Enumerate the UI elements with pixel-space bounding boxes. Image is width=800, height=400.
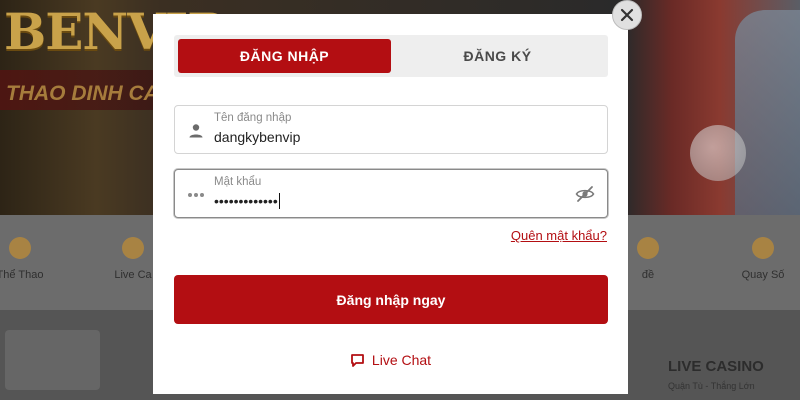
banner-tagline: THAO DINH CA <box>6 82 159 105</box>
live-casino-subtitle: Quận Tù - Thắng Lớn <box>668 381 755 391</box>
live-chat-link[interactable]: Live Chat <box>153 352 628 368</box>
chat-icon <box>351 353 364 367</box>
tab-register[interactable]: ĐĂNG KÝ <box>391 39 604 73</box>
eye-off-icon[interactable] <box>575 184 595 204</box>
nav-item-label: Quay Số <box>741 269 785 281</box>
live-chat-label: Live Chat <box>371 352 432 368</box>
password-label: Mật khẩu <box>214 176 262 188</box>
live-casino-title: LIVE CASINO <box>668 358 764 375</box>
casino-icon <box>122 237 144 259</box>
football-icon <box>9 237 31 259</box>
banner-player-image <box>735 10 800 220</box>
username-input[interactable]: dangkybenvip <box>214 129 300 145</box>
forgot-password-link[interactable]: Quên mật khẩu? <box>511 228 607 243</box>
text-caret <box>278 193 280 209</box>
password-masked-value: ••••••••••••• <box>214 193 278 209</box>
username-field[interactable]: Tên đăng nhập dangkybenvip <box>174 105 608 154</box>
login-submit-button[interactable]: Đăng nhập ngay <box>174 275 608 324</box>
password-input[interactable]: ••••••••••••• <box>214 193 280 209</box>
nav-item-label: Thể Thao <box>0 269 44 281</box>
password-field[interactable]: Mật khẩu ••••••••••••• <box>174 169 608 218</box>
close-button[interactable] <box>612 0 642 30</box>
dots-icon <box>188 193 204 197</box>
login-modal: ĐĂNG NHẬP ĐĂNG KÝ Tên đăng nhập dangkybe… <box>153 14 628 394</box>
nav-item-slots[interactable]: Quay Số <box>733 237 793 283</box>
auth-tabs: ĐĂNG NHẬP ĐĂNG KÝ <box>174 35 608 77</box>
nav-item-label: Live Ca <box>114 269 152 281</box>
tab-login[interactable]: ĐĂNG NHẬP <box>178 39 391 73</box>
slots-icon <box>752 237 774 259</box>
banner-football-image <box>690 125 746 181</box>
user-icon <box>189 124 203 138</box>
nav-item-label: đề <box>641 269 655 281</box>
game-thumbnail <box>5 330 100 390</box>
lottery-icon <box>637 237 659 259</box>
username-label: Tên đăng nhập <box>214 112 292 124</box>
nav-item-sports[interactable]: Thể Thao <box>0 237 50 283</box>
close-icon <box>620 8 634 22</box>
